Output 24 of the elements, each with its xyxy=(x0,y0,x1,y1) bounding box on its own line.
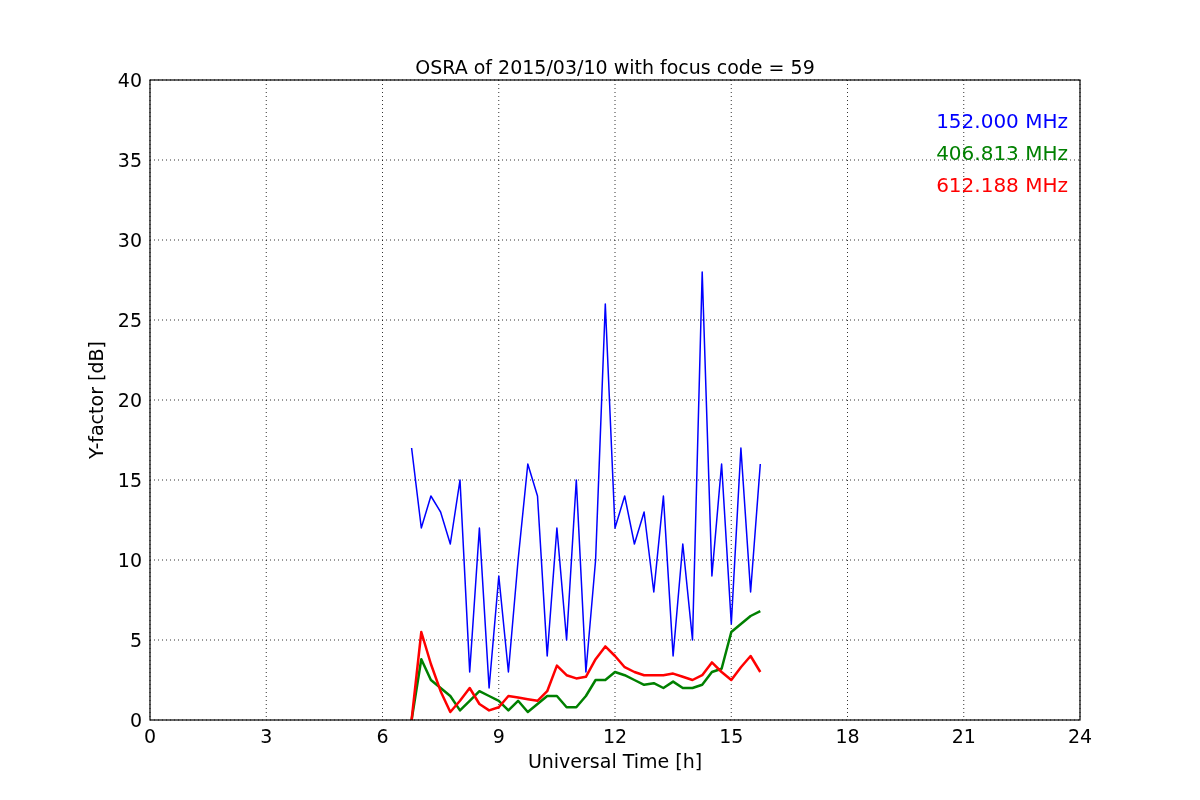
y-tick-label: 40 xyxy=(117,69,142,91)
y-tick-label: 10 xyxy=(117,549,142,571)
y-tick-label: 25 xyxy=(117,309,142,331)
x-tick-label: 0 xyxy=(143,725,157,747)
y-tick-label: 30 xyxy=(117,229,142,251)
x-axis-label: Universal Time [h] xyxy=(527,750,703,772)
y-tick-label: 15 xyxy=(117,469,142,491)
x-tick-label: 15 xyxy=(719,725,744,747)
x-tick-label: 12 xyxy=(602,725,628,747)
x-tick-label: 18 xyxy=(835,725,860,747)
x-tick-label: 9 xyxy=(492,725,505,747)
y-tick-label: 35 xyxy=(117,149,142,171)
y-tick-label: 5 xyxy=(129,629,142,651)
legend-label: 152.000 MHz xyxy=(936,109,1068,133)
y-tick-label: 0 xyxy=(129,709,142,731)
y-tick-label: 20 xyxy=(117,389,142,411)
x-tick-label: 21 xyxy=(951,725,976,747)
x-tick-label: 6 xyxy=(376,725,389,747)
legend-label: 612.188 MHz xyxy=(936,173,1068,197)
legend-label: 406.813 MHz xyxy=(936,141,1068,165)
y-axis-label: Y-factor [dB] xyxy=(85,341,107,459)
chart-title: OSRA of 2015/03/10 with focus code = 59 xyxy=(415,56,815,78)
x-tick-label: 24 xyxy=(1067,725,1093,747)
x-tick-label: 3 xyxy=(260,725,273,747)
